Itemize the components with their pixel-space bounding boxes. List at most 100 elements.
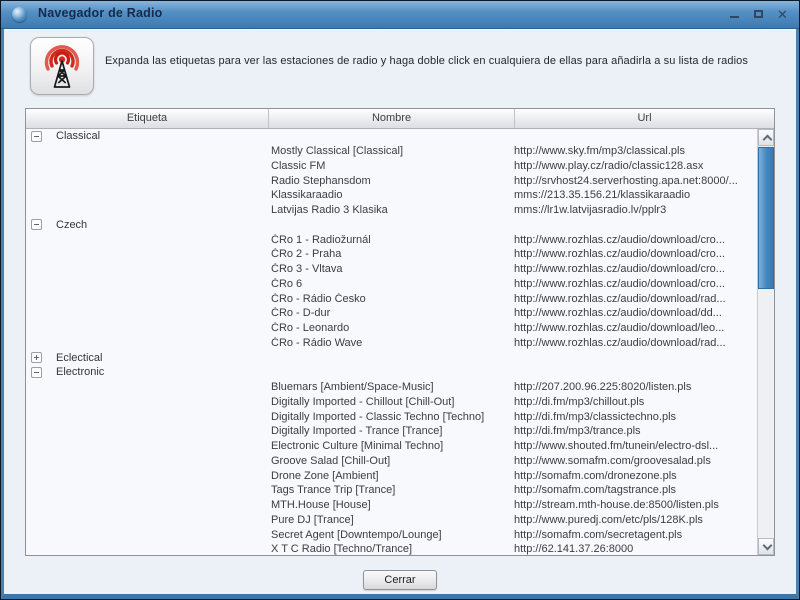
station-url: http://www.puredj.com/etc/pls/128K.pls [514, 513, 703, 526]
station-row[interactable]: Electronic Culture [Minimal Techno] http:… [26, 439, 757, 454]
station-url: http://www.rozhlas.cz/audio/download/rad… [514, 336, 726, 349]
station-url: http://www.sky.fm/mp3/classical.pls [514, 145, 685, 158]
station-url: http://di.fm/mp3/chillout.pls [514, 395, 645, 408]
maximize-button[interactable] [750, 6, 767, 22]
expander-minus-icon[interactable] [31, 366, 42, 378]
station-row[interactable]: Digitally Imported - Trance [Trance] http… [26, 424, 757, 439]
station-url: http://www.rozhlas.cz/audio/download/leo… [514, 322, 725, 335]
station-row[interactable]: ČRo - Rádio Wave http://www.rozhlas.cz/au… [26, 336, 757, 351]
station-name: Bluemars [Ambient/Space-Music] [271, 381, 434, 394]
group-label: Classical [56, 130, 101, 143]
station-name: ČRo 2 - Praha [271, 248, 342, 261]
dialog-body: Expanda las etiquetas para ver las estac… [1, 29, 799, 599]
column-header-url[interactable]: Url [515, 109, 774, 128]
station-name: ČRo 1 - Radiožurnál [271, 233, 371, 246]
station-name: ČRo - Rádio Wave [271, 336, 363, 349]
station-name: Electronic Culture [Minimal Techno] [271, 440, 444, 453]
station-url: http://www.rozhlas.cz/audio/download/cro… [514, 248, 725, 261]
group-row[interactable]: Eclectical [26, 350, 757, 365]
station-url: http://www.play.cz/radio/classic128.asx [514, 159, 704, 172]
app-icon [12, 7, 27, 22]
station-url: mms://lr1w.latvijasradio.lv/pplr3 [514, 204, 667, 217]
window-title: Navegador de Radio [38, 6, 163, 20]
scrollbar-thumb[interactable] [758, 147, 774, 289]
station-row[interactable]: ČRo - Leonardo http://www.rozhlas.cz/audi… [26, 321, 757, 336]
station-name: Mostly Classical [Classical] [271, 145, 404, 158]
station-row[interactable]: Bluemars [Ambient/Space-Music] http://207… [26, 380, 757, 395]
instruction-text: Expanda las etiquetas para ver las estac… [105, 55, 748, 67]
station-url: http://somafm.com/secretagent.pls [514, 528, 683, 541]
station-row[interactable]: Tags Trance Trip [Trance] http://somafm.c… [26, 483, 757, 498]
station-row[interactable]: Digitally Imported - Chillout [Chill-Out… [26, 395, 757, 410]
station-name: ČRo - Rádio Česko [271, 292, 366, 305]
column-header-nombre[interactable]: Nombre [269, 109, 515, 128]
titlebar[interactable]: Navegador de Radio ✕ [1, 1, 799, 29]
station-url: http://www.rozhlas.cz/audio/download/cro… [514, 263, 725, 276]
station-row[interactable]: ČRo 1 - Radiožurnál http://www.rozhlas.cz… [26, 232, 757, 247]
minimize-button[interactable] [726, 6, 743, 22]
station-name: ČRo 6 [271, 277, 303, 290]
cerrar-button[interactable]: Cerrar [363, 570, 437, 590]
station-row[interactable]: Groove Salad [Chill-Out] http://www.somaf… [26, 454, 757, 469]
column-header-etiqueta[interactable]: Etiqueta [26, 109, 269, 128]
radio-browser-window: Navegador de Radio ✕ Expanda las etiquet… [0, 0, 800, 600]
station-url: mms://213.35.156.21/klassikaraadio [514, 189, 691, 202]
station-name: Secret Agent [Downtempo/Lounge] [271, 528, 442, 541]
station-url: http://www.rozhlas.cz/audio/download/rad… [514, 292, 726, 305]
station-name: Digitally Imported - Classic Techno [Tec… [271, 410, 485, 423]
station-name: Klassikaraadio [271, 189, 343, 202]
scroll-up-icon [762, 134, 773, 145]
station-name: Digitally Imported - Chillout [Chill-Out… [271, 395, 455, 408]
station-url: http://stream.mth-house.de:8500/listen.p… [514, 499, 719, 512]
group-label: Eclectical [56, 351, 103, 364]
table-body: Classical Mostly Classical [Classical] htt… [26, 129, 757, 555]
group-row[interactable]: Classical [26, 129, 757, 144]
station-row[interactable]: MTH.House [House] http://stream.mth-house… [26, 498, 757, 513]
station-name: ČRo - Leonardo [271, 322, 350, 335]
group-label: Czech [56, 218, 88, 231]
radio-tower-icon [44, 45, 80, 88]
expander-plus-icon[interactable] [31, 352, 42, 364]
station-row[interactable]: Latvijas Radio 3 Klasika mms://lr1w.latvi… [26, 203, 757, 218]
station-row[interactable]: ČRo - Rádio Česko http://www.rozhlas.cz/a… [26, 291, 757, 306]
station-row[interactable]: ČRo 2 - Praha http://www.rozhlas.cz/audio… [26, 247, 757, 262]
table-header-row: Etiqueta Nombre Url [26, 109, 774, 129]
minimize-icon [730, 16, 739, 18]
station-row[interactable]: Mostly Classical [Classical] http://www.s… [26, 144, 757, 159]
station-name: Classic FM [271, 159, 326, 172]
station-url: http://www.rozhlas.cz/audio/download/cro… [514, 277, 725, 290]
station-url: http://62.141.37.26:8000 [514, 543, 634, 555]
station-name: ČRo - D-dur [271, 307, 331, 320]
station-row[interactable]: X T C Radio [Techno/Trance] http://62.141… [26, 542, 757, 555]
station-row[interactable]: ČRo 3 - Vltava http://www.rozhlas.cz/audi… [26, 262, 757, 277]
station-url: http://di.fm/mp3/trance.pls [514, 425, 641, 438]
expander-minus-icon[interactable] [31, 219, 42, 231]
station-name: Digitally Imported - Trance [Trance] [271, 425, 443, 438]
station-row[interactable]: Pure DJ [Trance] http://www.puredj.com/et… [26, 513, 757, 528]
station-row[interactable]: ČRo 6 http://www.rozhlas.cz/audio/downloa… [26, 277, 757, 292]
station-name: ČRo 3 - Vltava [271, 263, 343, 276]
station-row[interactable]: Klassikaraadio mms://213.35.156.21/klassi… [26, 188, 757, 203]
station-row[interactable]: Drone Zone [Ambient] http://somafm.com/dr… [26, 468, 757, 483]
station-name: Tags Trance Trip [Trance] [271, 484, 396, 497]
expander-minus-icon[interactable] [31, 130, 42, 142]
station-url: http://www.rozhlas.cz/audio/download/dd.… [514, 307, 722, 320]
station-row[interactable]: Classic FM http://www.play.cz/radio/class… [26, 159, 757, 174]
group-row[interactable]: Czech [26, 218, 757, 233]
station-row[interactable]: Secret Agent [Downtempo/Lounge] http://so… [26, 527, 757, 542]
station-name: Radio Stephansdom [271, 174, 371, 187]
station-name: X T C Radio [Techno/Trance] [271, 543, 413, 555]
station-name: Latvijas Radio 3 Klasika [271, 204, 388, 217]
station-url: http://somafm.com/tagstrance.pls [514, 484, 677, 497]
station-url: http://www.rozhlas.cz/audio/download/cro… [514, 233, 725, 246]
group-row[interactable]: Electronic [26, 365, 757, 380]
station-url: http://di.fm/mp3/classictechno.pls [514, 410, 677, 423]
vertical-scrollbar[interactable] [757, 129, 774, 555]
scroll-down-button[interactable] [758, 538, 774, 555]
station-row[interactable]: ČRo - D-dur http://www.rozhlas.cz/audio/d… [26, 306, 757, 321]
close-window-button[interactable]: ✕ [774, 6, 791, 22]
station-row[interactable]: Digitally Imported - Classic Techno [Tec… [26, 409, 757, 424]
group-label: Electronic [56, 366, 105, 379]
station-row[interactable]: Radio Stephansdom http://srvhost24.server… [26, 173, 757, 188]
scroll-up-button[interactable] [758, 129, 774, 146]
